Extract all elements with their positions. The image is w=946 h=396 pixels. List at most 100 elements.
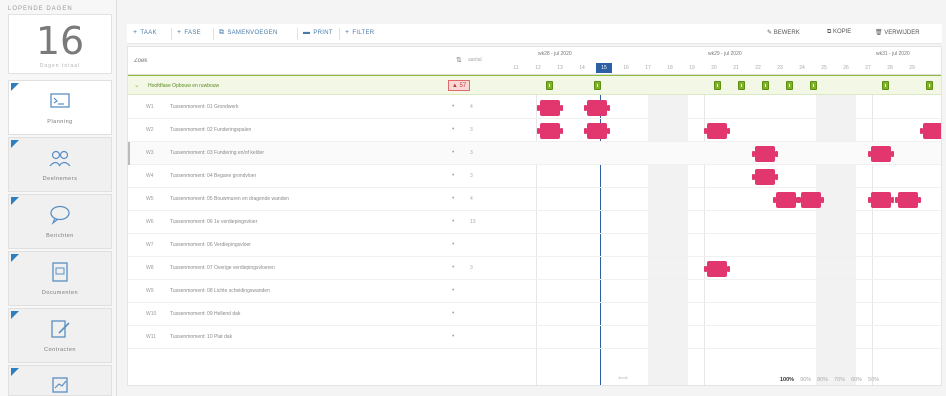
task-bar[interactable]	[537, 100, 563, 116]
edit-button[interactable]: ✎ BEWERK	[767, 29, 800, 39]
task-bar[interactable]	[584, 123, 610, 139]
task-bar[interactable]	[704, 123, 730, 139]
zoom-option[interactable]: 80%	[817, 377, 828, 383]
divider	[213, 28, 214, 40]
task-code: W5	[146, 196, 154, 202]
zoom-option[interactable]: 50%	[868, 377, 879, 383]
task-name: W6 Tussenmoment: 06 1e verdiepingsvloer	[146, 219, 257, 225]
add-phase-button[interactable]: + FASE	[177, 29, 201, 39]
task-code: W10	[146, 311, 157, 317]
task-status-dot: •	[452, 218, 455, 225]
task-row[interactable]: W2 Tussenmoment: 02 Funderingspalen • 3	[128, 119, 941, 142]
task-bar[interactable]	[895, 192, 921, 208]
zoom-option[interactable]: 90%	[800, 377, 811, 383]
task-bar[interactable]	[752, 146, 778, 162]
task-bar[interactable]	[868, 192, 894, 208]
sidebar-item-berichten[interactable]: Berichten	[8, 194, 112, 249]
day-cell: 18	[667, 65, 673, 71]
milestone[interactable]	[882, 81, 889, 90]
task-bar[interactable]	[773, 192, 799, 208]
task-count: 13	[470, 219, 476, 225]
task-row[interactable]: W10 Tussenmoment: 09 Hellend dak •	[128, 303, 941, 326]
phase-row[interactable]: ⌄ Hoofdfase Opbouw en ruwbouw ▲ 57	[128, 75, 941, 95]
zoom-option[interactable]: 60%	[851, 377, 862, 383]
planning-icon	[50, 93, 70, 108]
gantt-grid: ⇅ aantal wk28 - jul 2020 wk29 - jul 2020…	[127, 46, 942, 386]
days-counter: 16 Dagen totaal	[8, 14, 112, 74]
milestone[interactable]	[786, 81, 793, 90]
task-name: W4 Tussenmoment: 04 Begane grondvloer	[146, 173, 256, 179]
task-status-dot: •	[452, 287, 455, 294]
task-row[interactable]: W5 Tussenmoment: 05 Bouwmuren en dragende…	[128, 188, 941, 211]
horizontal-scroll-handle[interactable]: ⟺	[614, 374, 632, 382]
task-status-dot: •	[452, 195, 455, 202]
sidebar-item-label: Berichten	[46, 233, 74, 239]
task-row[interactable]: W8 Tussenmoment: 07 Overige verdiepingsvl…	[128, 257, 941, 280]
task-row[interactable]: W7 Tussenmoment: 06 Verdiepingsvloer •	[128, 234, 941, 257]
print-label: PRINT	[313, 30, 333, 36]
zoom-bar: 100% 90% 80% 70% 60% 50%	[780, 377, 942, 389]
task-name: W2 Tussenmoment: 02 Funderingspalen	[146, 127, 251, 133]
task-name: W9 Tussenmoment: 08 Lichte scheidingswand…	[146, 288, 270, 294]
task-status-dot: •	[452, 264, 455, 271]
sidebar-item-documenten[interactable]: Documenten	[8, 251, 112, 306]
zoom-option[interactable]: 70%	[834, 377, 845, 383]
day-cell: 21	[733, 65, 739, 71]
milestone[interactable]	[714, 81, 721, 90]
day-cell: 27	[865, 65, 871, 71]
search-input[interactable]	[134, 55, 414, 67]
sidebar-item-deelnemers[interactable]: Deelnemers	[8, 137, 112, 192]
sidebar-item-contracten[interactable]: Contracten	[8, 308, 112, 363]
task-row[interactable]: W11 Tussenmoment: 10 Plat dak •	[128, 326, 941, 349]
task-name: W7 Tussenmoment: 06 Verdiepingsvloer	[146, 242, 251, 248]
task-bar[interactable]	[920, 123, 941, 139]
copy-button[interactable]: ⧉ KOPIE	[827, 29, 851, 39]
task-title: Tussenmoment: 10 Plat dak	[170, 334, 233, 340]
divider	[339, 28, 340, 40]
corner-marker	[11, 368, 19, 376]
merge-button[interactable]: ⧉ SAMENVOEGEN	[219, 29, 278, 39]
print-button[interactable]: ▬ PRINT	[303, 29, 333, 39]
delete-label: VERWIJDER	[884, 30, 920, 36]
task-code: W9	[146, 288, 154, 294]
merge-icon: ⧉	[219, 29, 225, 36]
task-row[interactable]: W3 Tussenmoment: 03 Fundering en/of kelde…	[128, 142, 941, 165]
sort-icon[interactable]: ⇅	[456, 56, 462, 64]
filter-label: FILTER	[352, 30, 375, 36]
sidebar-item-planning[interactable]: Planning	[8, 80, 112, 135]
milestone[interactable]	[594, 81, 601, 90]
task-bar[interactable]	[704, 261, 730, 277]
task-bar[interactable]	[537, 123, 563, 139]
delete-button[interactable]: 🗑 VERWIJDER	[875, 29, 920, 39]
phase-label: Hoofdfase Opbouw en ruwbouw	[148, 83, 220, 89]
task-bar[interactable]	[752, 169, 778, 185]
task-name: W11 Tussenmoment: 10 Plat dak	[146, 334, 232, 340]
add-phase-label: FASE	[184, 30, 201, 36]
corner-marker	[11, 83, 19, 91]
task-bar[interactable]	[798, 192, 824, 208]
chevron-down-icon[interactable]: ⌄	[134, 81, 140, 89]
day-cell: 24	[799, 65, 805, 71]
divider	[297, 28, 298, 40]
milestone[interactable]	[738, 81, 745, 90]
zoom-option[interactable]: 100%	[780, 377, 794, 383]
merge-label: SAMENVOEGEN	[227, 30, 278, 36]
milestone[interactable]	[762, 81, 769, 90]
add-task-button[interactable]: + TAAK	[133, 29, 157, 39]
task-bar[interactable]	[868, 146, 894, 162]
task-title: Tussenmoment: 05 Bouwmuren en dragende w…	[170, 196, 290, 202]
filter-button[interactable]: + FILTER	[345, 29, 374, 39]
task-row[interactable]: W9 Tussenmoment: 08 Lichte scheidingswand…	[128, 280, 941, 303]
task-row[interactable]: W4 Tussenmoment: 04 Begane grondvloer • 3	[128, 165, 941, 188]
day-cell: 26	[843, 65, 849, 71]
milestone[interactable]	[810, 81, 817, 90]
sidebar-item-chart[interactable]	[8, 365, 112, 396]
milestone[interactable]	[546, 81, 553, 90]
task-row[interactable]: W6 Tussenmoment: 06 1e verdiepingsvloer • 1…	[128, 211, 941, 234]
task-code: W4	[146, 173, 154, 179]
sidebar-item-label: Documenten	[41, 290, 79, 296]
milestone[interactable]	[926, 81, 933, 90]
task-bar[interactable]	[584, 100, 610, 116]
task-row[interactable]: W1 Tussenmoment: 01 Grondwerk • 4	[128, 96, 941, 119]
week-label: wk31 - jul 2020	[876, 51, 910, 57]
